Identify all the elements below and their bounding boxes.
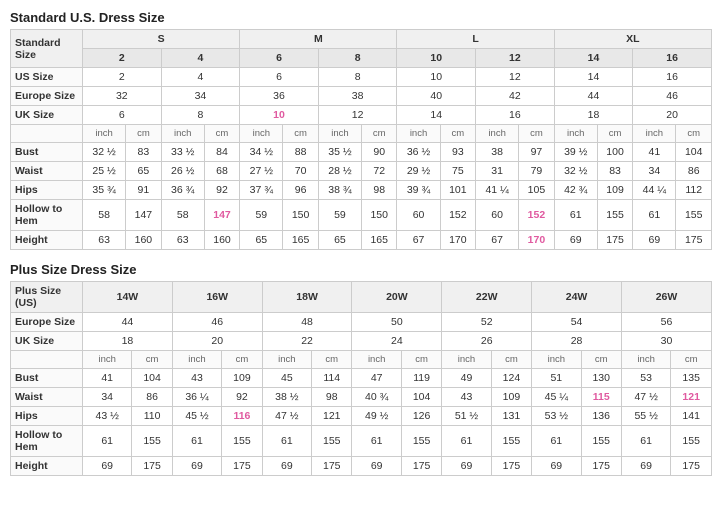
xl-group: XL [554,30,711,49]
us16: 16 [633,49,712,68]
standard-size-table: Standard Size S M L XL 2 4 6 8 10 12 14 … [10,29,712,250]
plus-bust-row: Bust 41104 43109 45114 47119 49124 51130… [11,369,712,388]
hollow-to-hem-row: Hollow to Hem 58147 58147 59150 59150 60… [11,200,712,231]
plus-waist-row: Waist 3486 36 ¼92 38 ½98 40 ¾104 43109 4… [11,388,712,407]
bust-row: Bust 32 ½83 33 ½84 34 ½88 35 ½90 36 ½93 … [11,143,712,162]
us12: 12 [476,49,555,68]
unit-row: inchcm inchcm inchcm inchcm inchcm inchc… [11,125,712,143]
24w: 24W [532,282,622,313]
16w: 16W [172,282,262,313]
plus-hollow-row: Hollow to Hem 61155 61155 61155 61155 61… [11,426,712,457]
us-size-label: US Size [11,68,83,87]
height-row: Height 63160 63160 65165 65165 67170 671… [11,231,712,250]
m-group: M [240,30,397,49]
26w: 26W [621,282,711,313]
plus-height-row: Height 69175 69175 69175 69175 69175 691… [11,457,712,476]
standard-size-header: Standard Size [11,30,83,68]
plus-size-header: Plus Size (US) [11,282,83,313]
us6: 6 [240,49,319,68]
plus-europe-size-label: Europe Size [11,313,83,332]
plus-title: Plus Size Dress Size [10,262,712,277]
uk-size-row: UK Size 6 8 10 12 14 16 18 20 [11,106,712,125]
plus-hips-row: Hips 43 ½110 45 ½116 47 ½121 49 ½126 51 … [11,407,712,426]
standard-title: Standard U.S. Dress Size [10,10,712,25]
uk-size-label: UK Size [11,106,83,125]
us2: 2 [83,49,162,68]
us14: 14 [554,49,633,68]
18w: 18W [262,282,352,313]
s-group: S [83,30,240,49]
europe-size-row: Europe Size 32 34 36 38 40 42 44 46 [11,87,712,106]
us8: 8 [318,49,397,68]
europe-size-label: Europe Size [11,87,83,106]
plus-europe-size-row: Europe Size 44 46 48 50 52 54 56 [11,313,712,332]
us-size-row: US Size 2 4 6 8 10 12 14 16 [11,68,712,87]
us10: 10 [397,49,476,68]
plus-uk-size-row: UK Size 18 20 22 24 26 28 30 [11,332,712,351]
l-group: L [397,30,554,49]
plus-unit-row: inchcm inchcm inchcm inchcm inchcm inchc… [11,351,712,369]
plus-uk-size-label: UK Size [11,332,83,351]
plus-size-table: Plus Size (US) 14W 16W 18W 20W 22W 24W 2… [10,281,712,476]
22w: 22W [442,282,532,313]
hips-row: Hips 35 ¾91 36 ¾92 37 ¾96 38 ¾98 39 ¾101… [11,181,712,200]
20w: 20W [352,282,442,313]
us4: 4 [161,49,240,68]
14w: 14W [83,282,173,313]
waist-row: Waist 25 ½65 26 ½68 27 ½70 28 ½72 29 ½75… [11,162,712,181]
